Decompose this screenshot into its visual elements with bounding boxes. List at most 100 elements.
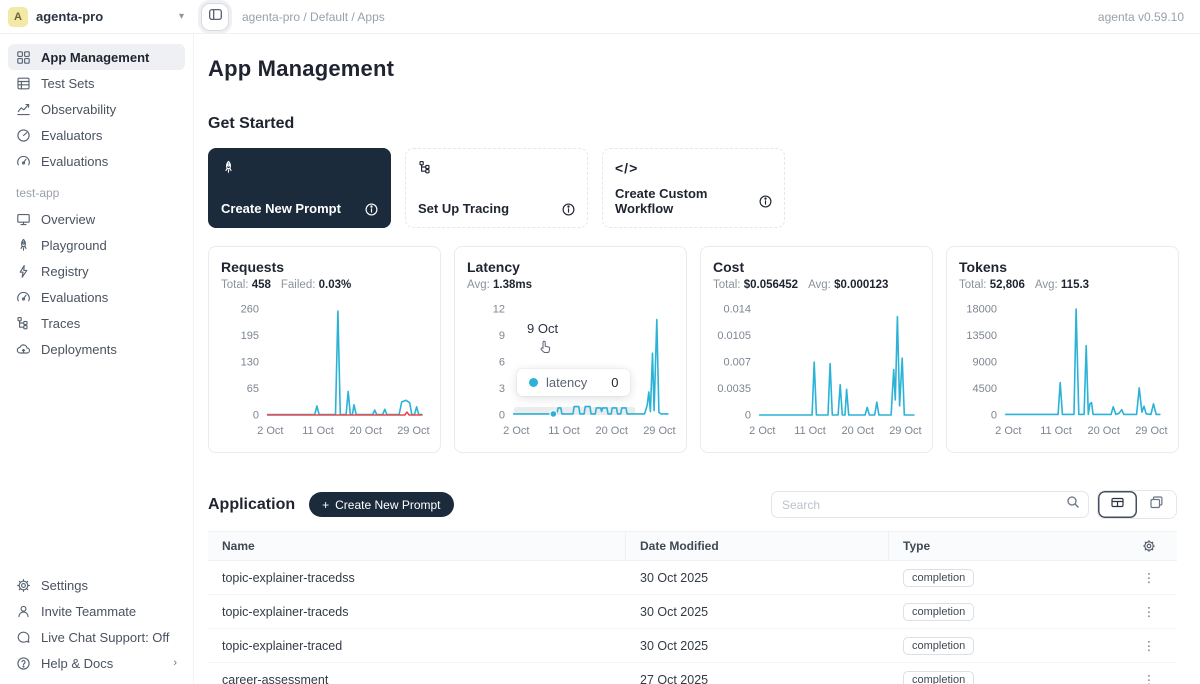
sidebar-item-help-docs[interactable]: Help & Docs › <box>8 650 185 676</box>
sidebar-item-playground[interactable]: Playground <box>8 232 185 258</box>
row-name: career-assessment <box>208 673 626 684</box>
stat-value: $0.000123 <box>834 279 888 291</box>
sidebar-item-evaluators[interactable]: Evaluators <box>8 122 185 148</box>
svg-text:2 Oct: 2 Oct <box>503 425 529 437</box>
chat-icon <box>16 630 31 645</box>
column-header-type[interactable]: Type <box>889 539 1121 553</box>
search-input[interactable] <box>782 498 1066 512</box>
stat-value: 458 <box>252 279 271 291</box>
table-view-icon <box>1110 495 1125 515</box>
sidebar-item-label: Playground <box>41 238 107 253</box>
card-view-button[interactable] <box>1137 491 1176 518</box>
sidebar-item-label: Traces <box>41 316 80 331</box>
table-row[interactable]: topic-explainer-traceds30 Oct 2025comple… <box>208 595 1177 629</box>
svg-text:29 Oct: 29 Oct <box>397 425 429 437</box>
requests-chart[interactable]: 2601951306502 Oct11 Oct20 Oct29 Oct <box>221 297 430 447</box>
svg-text:11 Oct: 11 Oct <box>548 425 580 437</box>
row-actions-ellipsis-icon[interactable]: ⋮ <box>1137 568 1162 587</box>
svg-text:9: 9 <box>499 330 505 342</box>
hover-marker <box>550 411 557 418</box>
svg-text:260: 260 <box>241 304 259 316</box>
cost-chart[interactable]: 0.0140.01050.0070.003502 Oct11 Oct20 Oct… <box>713 297 922 447</box>
column-header-name[interactable]: Name <box>208 532 626 560</box>
sidebar-item-evaluations[interactable]: Evaluations <box>8 148 185 174</box>
help-icon <box>16 656 31 671</box>
card-label: Set Up Tracing <box>418 201 509 216</box>
sidebar-item-live-chat-support-off[interactable]: Live Chat Support: Off <box>8 624 185 650</box>
code-icon: </> <box>615 160 772 176</box>
card-view-icon <box>1149 495 1164 515</box>
sidebar-item-registry[interactable]: Registry <box>8 258 185 284</box>
svg-text:195: 195 <box>241 330 259 342</box>
stat-value: 0.03% <box>319 279 352 291</box>
get-started-card-create-new-prompt[interactable]: Create New Prompt <box>208 148 391 228</box>
sidebar-item-overview[interactable]: Overview <box>8 206 185 232</box>
page-title: App Management <box>208 56 1177 82</box>
chart-stats: Total: 458Failed: 0.03% <box>221 279 428 291</box>
series-cost <box>760 317 914 415</box>
svg-text:29 Oct: 29 Oct <box>889 425 921 437</box>
svg-text:13500: 13500 <box>966 330 997 342</box>
svg-text:0: 0 <box>745 410 751 422</box>
sidebar-item-label: Invite Teammate <box>41 604 136 619</box>
get-started-card-set-up-tracing[interactable]: Set Up Tracing <box>405 148 588 228</box>
lightning-icon <box>16 264 31 279</box>
info-icon[interactable] <box>758 194 772 208</box>
row-actions-ellipsis-icon[interactable]: ⋮ <box>1137 602 1162 621</box>
sidebar-toggle-button[interactable] <box>202 4 228 30</box>
table-settings-gear-icon[interactable] <box>1142 539 1156 553</box>
svg-text:0.014: 0.014 <box>723 304 751 316</box>
observability-icon <box>16 102 31 117</box>
table-row[interactable]: topic-explainer-tracedss30 Oct 2025compl… <box>208 561 1177 595</box>
sidebar-item-app-management[interactable]: App Management <box>8 44 185 70</box>
workspace-switcher[interactable]: A agenta-pro ▾ <box>0 7 194 27</box>
search-icon <box>1066 495 1080 514</box>
application-header-row: Application + Create New Prompt <box>208 490 1177 519</box>
svg-text:0: 0 <box>991 410 997 422</box>
sidebar-item-evaluations[interactable]: Evaluations <box>8 284 185 310</box>
get-started-card-create-custom-workflow[interactable]: </>Create Custom Workflow <box>602 148 785 228</box>
top-bar: A agenta-pro ▾ agenta-pro / Default / Ap… <box>0 0 1200 34</box>
sidebar-item-deployments[interactable]: Deployments <box>8 336 185 362</box>
hand-cursor-icon <box>537 339 553 360</box>
create-new-prompt-button[interactable]: + Create New Prompt <box>309 492 453 517</box>
svg-text:2 Oct: 2 Oct <box>257 425 283 437</box>
monitor-icon <box>16 212 31 227</box>
type-badge: completion <box>903 637 974 655</box>
row-actions-ellipsis-icon[interactable]: ⋮ <box>1137 670 1162 684</box>
sidebar-item-traces[interactable]: Traces <box>8 310 185 336</box>
sidebar-item-label: Settings <box>41 578 88 593</box>
tooltip-date: 9 Oct <box>527 321 558 336</box>
sidebar-item-test-sets[interactable]: Test Sets <box>8 70 185 96</box>
stat-value: 52,806 <box>990 279 1025 291</box>
svg-text:0: 0 <box>253 410 259 422</box>
info-icon[interactable] <box>364 202 378 216</box>
sidebar-item-observability[interactable]: Observability <box>8 96 185 122</box>
table-row[interactable]: career-assessment27 Oct 2025completion⋮ <box>208 663 1177 684</box>
gauge-icon <box>16 128 31 143</box>
sidebar-item-invite-teammate[interactable]: Invite Teammate <box>8 598 185 624</box>
svg-text:2 Oct: 2 Oct <box>995 425 1021 437</box>
sidebar-item-settings[interactable]: Settings <box>8 572 185 598</box>
sidebar-item-label: Help & Docs <box>41 656 113 671</box>
info-icon[interactable] <box>561 202 575 216</box>
series-tokens <box>1006 309 1160 414</box>
sidebar-footer-nav: Settings Invite Teammate Live Chat Support… <box>8 572 185 676</box>
svg-text:12: 12 <box>493 304 505 316</box>
svg-text:20 Oct: 20 Oct <box>595 425 627 437</box>
table-view-button[interactable] <box>1098 491 1137 518</box>
breadcrumb[interactable]: agenta-pro / Default / Apps <box>242 10 1098 24</box>
svg-text:29 Oct: 29 Oct <box>643 425 675 437</box>
cloud-icon <box>16 342 31 357</box>
table-row[interactable]: topic-explainer-traced30 Oct 2025complet… <box>208 629 1177 663</box>
sidebar-project-label: test-app <box>8 186 185 200</box>
stat-label: Total: <box>959 279 987 291</box>
row-name: topic-explainer-traceds <box>208 605 626 619</box>
stat-label: Total: <box>713 279 741 291</box>
chevron-right-icon: › <box>173 657 177 669</box>
row-actions-ellipsis-icon[interactable]: ⋮ <box>1137 636 1162 655</box>
tokens-chart[interactable]: 18000135009000450002 Oct11 Oct20 Oct29 O… <box>959 297 1168 447</box>
chart-stats: Total: $0.056452Avg: $0.000123 <box>713 279 920 291</box>
svg-text:0.0035: 0.0035 <box>717 383 751 395</box>
column-header-date[interactable]: Date Modified <box>626 532 889 560</box>
